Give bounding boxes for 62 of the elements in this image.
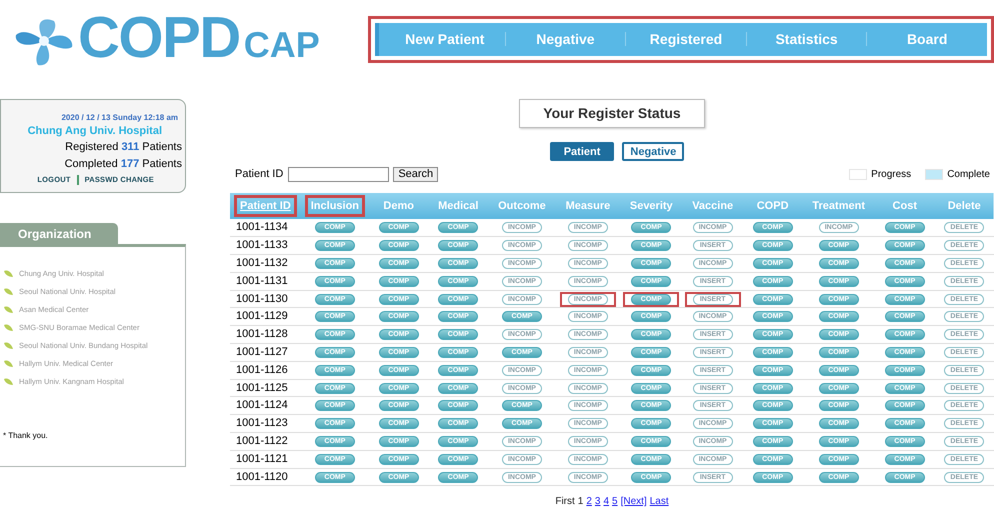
column-header: Treatment [811, 198, 866, 214]
column-header: Cost [892, 198, 918, 214]
date-time: 2020 / 12 / 13 Sunday 12:18 am [61, 112, 178, 124]
leaf-icon [4, 306, 13, 313]
patient-id: 1001-1124 [236, 399, 288, 412]
page-label: 1 [578, 495, 584, 510]
column-header[interactable]: Patient ID [234, 194, 297, 217]
page-title: Your Register Status [519, 99, 705, 128]
page-link[interactable]: 3 [594, 494, 600, 510]
tab[interactable]: Negative [622, 142, 684, 161]
legend-label: Complete [947, 168, 990, 182]
nav-link[interactable]: New Patient [385, 28, 505, 50]
column-header: Delete [946, 198, 982, 214]
patient-id: 1001-1121 [236, 452, 288, 465]
column-header: Inclusion [304, 194, 366, 217]
page-link[interactable]: 4 [603, 494, 610, 510]
note-text: * Thank you. [2, 430, 49, 442]
patient-id: 1001-1133 [236, 239, 288, 252]
leaf-icon [4, 378, 13, 385]
patient-id-field[interactable] [288, 166, 390, 182]
patient-id: 1001-1128 [236, 328, 288, 340]
nav-link[interactable]: Board [867, 28, 987, 50]
patient-id: 1001-1123 [236, 417, 288, 430]
leaf-icon [4, 270, 13, 277]
patient-id: 1001-1132 [236, 256, 288, 269]
patient-id: 1001-1126 [236, 364, 288, 376]
search-button[interactable]: Search [393, 166, 438, 182]
column-header: Demo [382, 198, 415, 214]
nav-link[interactable]: Statistics [746, 28, 866, 50]
field-label: Patient ID [235, 166, 284, 182]
logo-subtext: CAP [244, 27, 320, 63]
patient-id: 1001-1129 [236, 310, 288, 322]
nav-link[interactable]: Negative [506, 28, 626, 50]
leaf-icon [4, 288, 13, 295]
page-link[interactable]: 2 [586, 494, 592, 510]
logo-text: COPD [78, 9, 240, 67]
patient-id: 1001-1134 [236, 221, 288, 234]
tab[interactable]: Patient [550, 142, 614, 161]
patient-id: 1001-1127 [236, 346, 288, 358]
leaf-icon [4, 342, 13, 349]
column-header: Outcome [497, 198, 547, 214]
nav-link[interactable]: Registered [626, 28, 746, 50]
patient-id: 1001-1120 [236, 470, 288, 483]
registered-count: Registered 311 Patients [65, 140, 182, 155]
page-link[interactable]: [Next] [620, 494, 647, 510]
column-header: Severity [628, 198, 674, 214]
page-label: First [555, 495, 575, 510]
page-link[interactable]: Last [650, 494, 669, 510]
column-header: Measure [564, 198, 612, 214]
column-header: Vaccine [691, 198, 734, 214]
leaf-icon [4, 324, 13, 331]
hospital-name: Chung Ang Univ. Hospital [28, 124, 162, 139]
page-link[interactable]: 5 [612, 494, 618, 510]
patient-id: 1001-1125 [236, 382, 288, 394]
legend-label: Progress [871, 168, 912, 182]
patient-id: 1001-1131 [236, 274, 288, 287]
column-header: Medical [437, 198, 480, 214]
column-header: COPD [756, 198, 790, 214]
patient-id: 1001-1122 [236, 434, 288, 447]
completed-count: Completed 177 Patients [64, 157, 182, 172]
leaf-icon [4, 360, 13, 367]
patient-id: 1001-1130 [236, 292, 288, 305]
